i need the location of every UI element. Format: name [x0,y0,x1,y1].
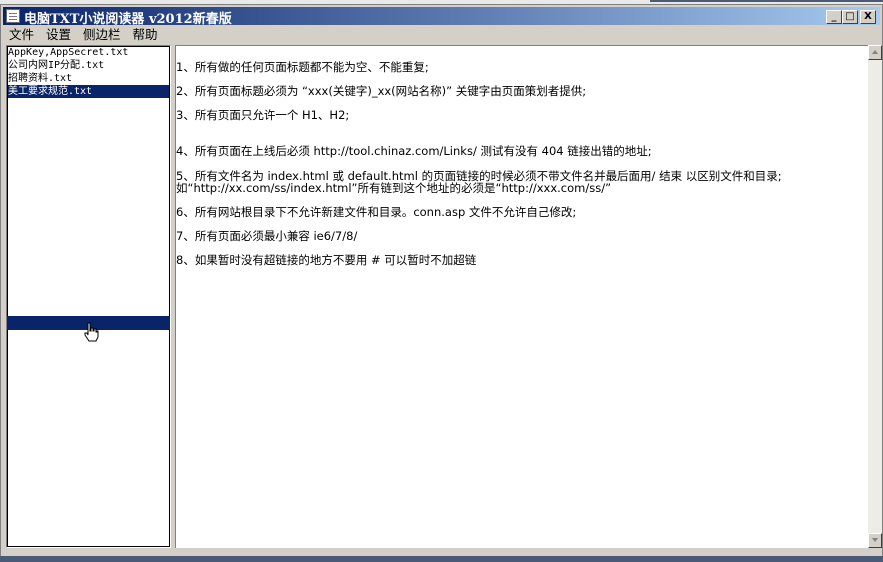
hand-cursor-icon [84,322,99,342]
scroll-down-button[interactable] [868,533,882,548]
text-content-area[interactable]: 1、所有做的任何页面标题都不能为空、不能重复; 2、所有页面标题必须为 “xxx… [175,45,868,548]
scroll-up-button[interactable] [868,45,882,60]
menu-file[interactable]: 文件 [3,26,40,44]
content-line: 8、如果暂时没有超链接的地方不要用 # 可以暂时不加超链 [176,253,477,267]
content-line: 如“http://xx.com/ss/index.html”所有链到这个地址的必… [176,181,612,195]
menu-sidebar[interactable]: 侧边栏 [77,26,127,44]
window-title: 电脑TXT小说阅读器 v2012新春版 [24,12,232,27]
file-list[interactable]: AppKey,AppSecret.txt 公司内网IP分配.txt 招聘资料.t… [6,45,171,548]
vertical-scrollbar[interactable] [868,45,882,548]
content-line: 6、所有网站根目录下不允许新建文件和目录。conn.asp 文件不允许自己修改; [176,205,577,219]
menu-settings[interactable]: 设置 [40,26,77,44]
taskbar-edge-bottom [0,556,883,562]
content-line: 1、所有做的任何页面标题都不能为空、不能重复; [176,60,429,74]
close-button[interactable]: X [860,10,876,24]
content-line: 2、所有页面标题必须为 “xxx(关键字)_xx(网站名称)” 关键字由页面策划… [176,84,587,98]
document-icon [6,9,20,23]
taskbar-edge [650,0,883,2]
content-line: 7、所有页面必须最小兼容 ie6/7/8/ [176,229,358,243]
file-item[interactable]: 招聘资料.txt [7,72,170,85]
minimize-button[interactable]: _ [826,10,842,24]
file-item[interactable]: AppKey,AppSecret.txt [7,46,170,59]
file-item-selected[interactable]: 美工要求规范.txt [7,85,170,98]
app-window: 电脑TXT小说阅读器 v2012新春版 _ □ X 文件 设置 侧边栏 帮助 A… [0,4,883,562]
file-item[interactable]: 公司内网IP分配.txt [7,59,170,72]
window-controls: _ □ X [826,10,876,24]
menu-help[interactable]: 帮助 [127,26,164,44]
content-line: 4、所有页面在上线后必须 http://tool.chinaz.com/Link… [176,144,652,158]
title-bar[interactable]: 电脑TXT小说阅读器 v2012新春版 _ □ X [3,7,880,27]
maximize-button[interactable]: □ [842,10,858,24]
content-line: 3、所有页面只允许一个 H1、H2; [176,108,350,122]
menu-bar: 文件 设置 侧边栏 帮助 [3,26,164,44]
